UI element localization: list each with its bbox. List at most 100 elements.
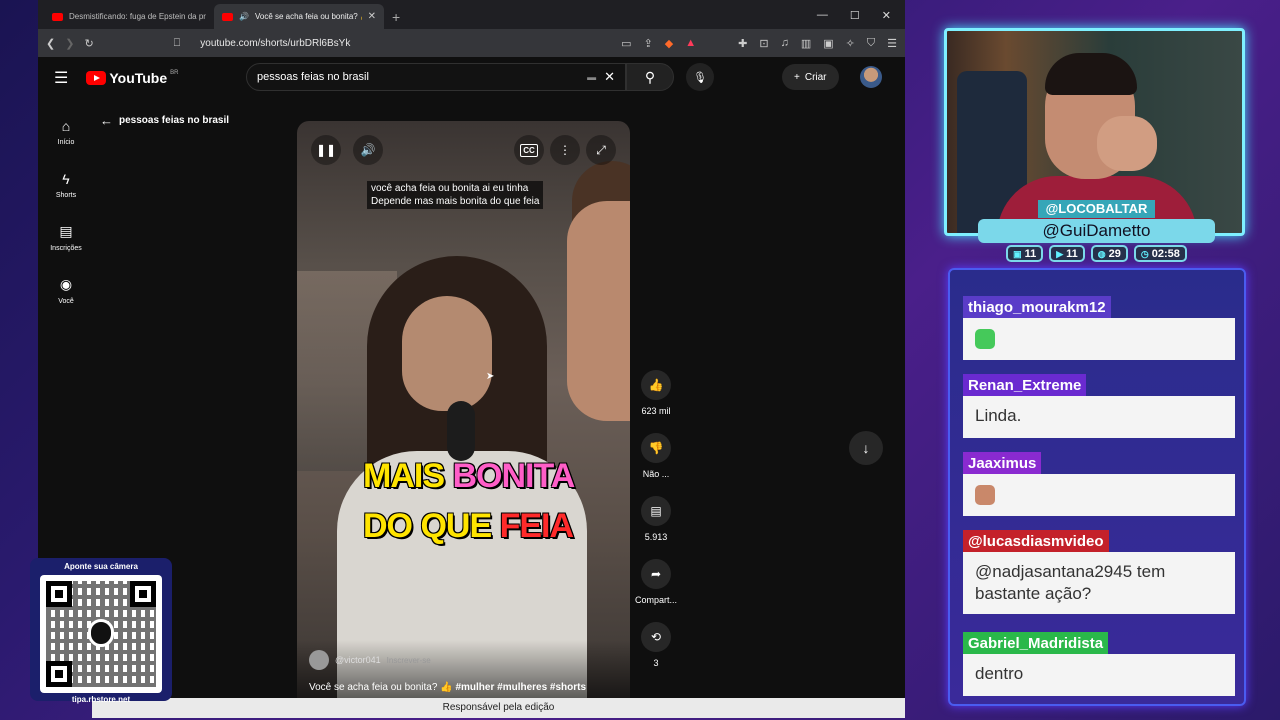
hamburger-menu-icon[interactable]: ☰ [54,68,68,88]
voice-search-button[interactable]: 🎙 [686,63,714,91]
sidebar-item-you[interactable]: ◉ Você [38,264,94,317]
caption-line: Depende mas mais bonita do que feia [371,196,540,207]
stat-twitch: ▣ 11 [1006,245,1044,262]
fullscreen-button[interactable]: ⤢ [586,135,616,165]
shorts-video-player[interactable]: ❚❚ 🔊 CC ⋮ ⤢ você acha feia ou bonita ai … [297,121,630,701]
minimize-button[interactable]: — [817,9,828,22]
chat-message-body [963,318,1235,360]
window-controls: — ☐ ✕ [817,9,905,29]
chat-message-body: dentro [963,654,1235,696]
create-button[interactable]: + Criar [782,64,839,90]
stream-stats: ▣ 11 ▶ 11 ◍ 29 ◷ 02:58 [978,245,1215,262]
cast-icon[interactable]: ▭ [621,37,631,50]
plus-icon: + [794,71,800,83]
chat-message: Gabriel_Madridista dentro [963,632,1235,696]
home-icon: ⌂ [61,117,71,134]
subscribe-button[interactable]: Inscrever-se [387,656,431,665]
close-window-button[interactable]: ✕ [882,9,891,22]
back-to-search[interactable]: ← pessoas feias no brasil [100,113,229,128]
bookmark-icon[interactable]: ⎕ [174,37,181,50]
thumbs-up-icon: 👍 [641,370,671,400]
chat-message-body: @nadjasantana2945 tem bastante ação? [963,552,1235,614]
region-code: BR [170,70,179,76]
channel-info: @victor041 Inscrever-se [309,650,618,670]
brave-shield-icon[interactable]: ◆ [665,37,673,50]
dislike-action[interactable]: 👎 Não ... [641,433,671,496]
search-button[interactable]: ⚲ [626,63,674,91]
like-count: 623 mil [641,406,671,416]
new-tab-button[interactable]: + [392,9,400,25]
pause-button[interactable]: ❚❚ [311,135,341,165]
caption-line: você acha feia ou bonita ai eu tinha [371,183,529,194]
screenshot-icon[interactable]: ⊡ [759,37,768,50]
video-title-text: Você se acha feia ou bonita? 👍 [309,682,453,693]
remix-action[interactable]: ⟲ 3 [641,622,671,685]
qr-caption-bottom: tipa.rbstore.net [71,695,131,704]
clear-search-icon[interactable]: ✕ [604,69,615,85]
qr-finder [46,581,72,607]
arrow-down-icon: ↓ [862,440,870,456]
captions-button[interactable]: CC [514,135,544,165]
stat-kick: ◍ 29 [1090,245,1128,262]
stat-value: 29 [1108,247,1121,260]
share-action[interactable]: ➦ Compart... [635,559,677,622]
chat-username: @lucasdiasmvideo [963,530,1109,552]
volume-button[interactable]: 🔊 [353,135,383,165]
share-icon[interactable]: ⇪ [644,37,653,50]
maximize-button[interactable]: ☐ [850,9,860,22]
shorts-icon: ϟ [62,170,70,187]
youtube-logo[interactable]: YouTube BR [86,70,179,86]
sidebar-item-label: Você [58,298,74,305]
forward-nav-icon[interactable]: ❯ [65,37,74,50]
comments-action[interactable]: ▤ 5.913 [641,496,671,559]
stat-uptime: ◷ 02:58 [1133,245,1187,262]
tab-shorts[interactable]: 🔊 Você se acha feia ou bonita? 👍 #m ✕ [214,4,384,29]
wallet-icon[interactable]: ▣ [823,37,833,50]
like-action[interactable]: 👍 623 mil [641,370,671,433]
shorts-actions: 👍 623 mil 👎 Não ... ▤ 5.913 ➦ Compart...… [632,370,680,685]
remix-count: 3 [653,658,659,668]
sidebar-item-shorts[interactable]: ϟ Shorts [38,158,94,211]
menu-icon[interactable]: ☰ [887,37,897,50]
qr-code-panel: Aponte sua câmera tipa.rbstore.net [30,558,172,704]
close-tab-icon[interactable]: ✕ [368,11,376,22]
subscriptions-icon: ▤ [59,223,73,239]
youtube-favicon-icon [222,12,233,21]
more-options-button[interactable]: ⋮ [550,135,580,165]
back-label: pessoas feias no brasil [119,115,230,126]
microphone-icon: 🎙 [693,71,707,84]
video-footer: @victor041 Inscrever-se Você se acha fei… [297,640,630,701]
kick-icon: ◍ [1097,248,1106,259]
extensions-icon[interactable]: ✚ [738,37,747,50]
channel-avatar[interactable] [309,650,329,670]
tab-epstein[interactable]: Desmistificando: fuga de Epstein da pris… [44,4,214,29]
channel-name[interactable]: @victor041 [335,655,381,665]
avatar[interactable] [860,66,882,88]
create-label: Criar [804,71,827,83]
video-hashtags[interactable]: #mulher #mulheres #shorts [455,682,586,693]
ai-icon[interactable]: ✧ [846,37,855,50]
stat-value: 11 [1066,247,1078,260]
url-field[interactable]: youtube.com/shorts/urbDRl6BsYk [200,38,611,49]
search-input[interactable]: pessoas feias no brasil ▬ ✕ [246,63,626,91]
more-vert-icon: ⋮ [559,143,571,157]
chat-username: thiago_mourakm12 [963,296,1111,318]
reload-icon[interactable]: ↻ [84,37,93,50]
sidebar-item-subscriptions[interactable]: ▤ Inscrições [38,211,94,264]
vpn-icon[interactable]: ⛉ [867,37,875,50]
editor-banner: Responsável pela edição [92,698,905,718]
chat-message: Jaaximus [963,452,1235,516]
sidebar-item-home[interactable]: ⌂ Início [38,105,94,158]
chat-username: Gabriel_Madridista [963,632,1109,654]
keyboard-icon[interactable]: ▬ [587,72,596,82]
rewards-icon[interactable]: ▲ [685,37,696,50]
video-controls: ❚❚ 🔊 CC ⋮ ⤢ [311,135,616,165]
media-icon[interactable]: ♫ [781,37,789,50]
next-video-button[interactable]: ↓ [849,431,883,465]
video-controls-right: CC ⋮ ⤢ [514,135,616,165]
sidebar-icon[interactable]: ▥ [801,37,811,50]
overlay-word: FEIA [499,507,574,545]
video-title: Você se acha feia ou bonita? 👍 #mulher #… [309,682,618,693]
back-nav-icon[interactable]: ❮ [46,37,55,50]
stat-youtube: ▶ 11 [1049,245,1085,262]
